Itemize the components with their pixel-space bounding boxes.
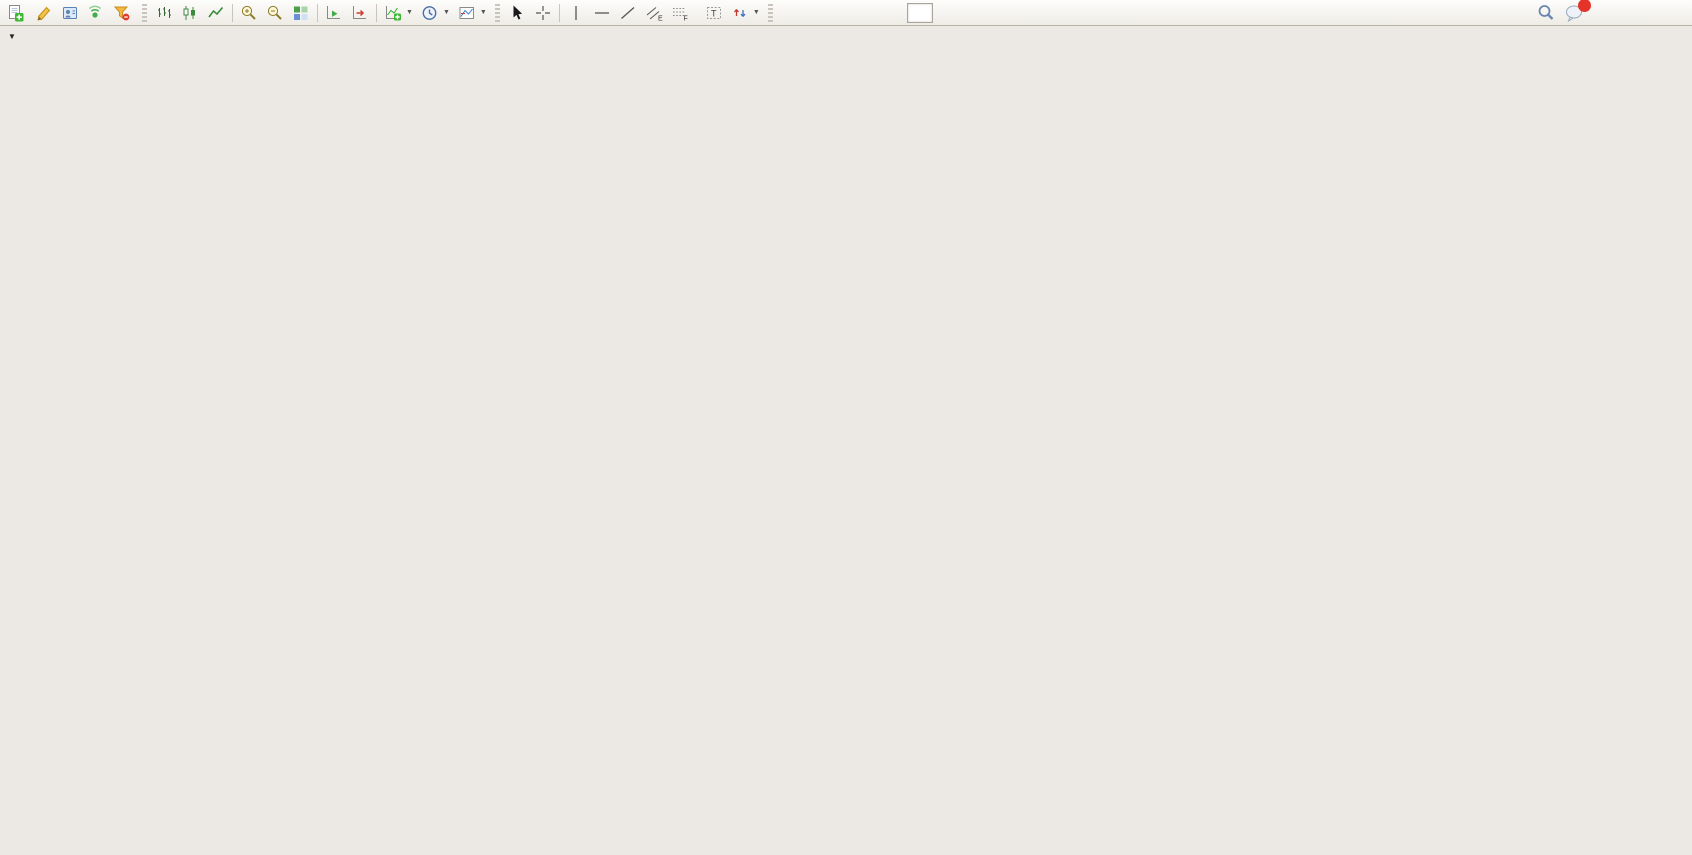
- signals-button[interactable]: [83, 2, 109, 24]
- chart-title: ▼: [8, 30, 27, 42]
- template-icon: [458, 4, 476, 22]
- dropdown-caret: ▼: [753, 9, 760, 16]
- equidistant-channel-icon: E: [645, 4, 663, 22]
- horizontal-line-icon: [593, 4, 611, 22]
- auto-scroll-icon: [325, 4, 343, 22]
- arrows-icon: [731, 4, 749, 22]
- chart-shift-icon: [351, 4, 369, 22]
- chart-area[interactable]: ▼: [0, 0, 1692, 855]
- fibonacci-icon: F: [671, 4, 689, 22]
- timeframe-d1[interactable]: [933, 3, 959, 23]
- clock-icon: [421, 4, 439, 22]
- toolbar-separator: [317, 4, 318, 22]
- fibonacci-tool-button[interactable]: F: [667, 2, 693, 24]
- zoom-out-icon: [266, 4, 284, 22]
- timeframe-m5[interactable]: [803, 3, 829, 23]
- vertical-line-tool-button[interactable]: [563, 2, 589, 24]
- zoom-out-button[interactable]: [262, 2, 288, 24]
- macd-indicator-label: [7, 608, 10, 620]
- cursor-icon: [508, 4, 526, 22]
- toolbar-separator: [232, 4, 233, 22]
- timeframe-group: [775, 0, 1013, 25]
- trendline-tool-button[interactable]: [615, 2, 641, 24]
- vertical-line-icon: [567, 4, 585, 22]
- new-order-icon: [6, 4, 24, 22]
- profile-icon: [61, 4, 79, 22]
- arrows-tool-button[interactable]: ▼: [727, 2, 764, 24]
- zoom-in-icon: [240, 4, 258, 22]
- timeframe-mn[interactable]: [985, 3, 1011, 23]
- templates-button[interactable]: ▼: [454, 2, 491, 24]
- horizontal-line-tool-button[interactable]: [589, 2, 615, 24]
- svg-text:F: F: [683, 15, 687, 22]
- svg-text:E: E: [658, 15, 663, 22]
- toolbar-grip: [495, 4, 500, 22]
- search-button[interactable]: [1532, 2, 1560, 24]
- line-chart-icon: [207, 4, 225, 22]
- auto-trading-button[interactable]: [109, 2, 138, 24]
- indicators-button[interactable]: ▼: [380, 2, 417, 24]
- bar-chart-button[interactable]: [151, 2, 177, 24]
- notification-badge: [1578, 0, 1591, 12]
- toolbar: ▼ ▼ ▼ E F T ▼: [0, 0, 1692, 26]
- chart-collapse-arrow[interactable]: ▼: [8, 32, 16, 41]
- signal-icon: [87, 4, 105, 22]
- candlestick-icon: [181, 4, 199, 22]
- tile-windows-icon: [292, 4, 310, 22]
- dropdown-caret: ▼: [480, 9, 487, 16]
- timeframe-h4[interactable]: [907, 3, 933, 23]
- timeframe-w1[interactable]: [959, 3, 985, 23]
- periods-button[interactable]: ▼: [417, 2, 454, 24]
- zoom-in-button[interactable]: [236, 2, 262, 24]
- text-label-icon: T: [705, 4, 723, 22]
- chart-canvas[interactable]: [0, 0, 1692, 855]
- dropdown-caret: ▼: [406, 9, 413, 16]
- text-tool-button[interactable]: [693, 2, 701, 24]
- cursor-tool-button[interactable]: [504, 2, 530, 24]
- timeframe-m15[interactable]: [829, 3, 855, 23]
- auto-trading-icon: [113, 4, 131, 22]
- tile-windows-button[interactable]: [288, 2, 314, 24]
- timeframe-h1[interactable]: [881, 3, 907, 23]
- chart-shift-button[interactable]: [347, 2, 373, 24]
- timeframe-m30[interactable]: [855, 3, 881, 23]
- timeframe-m1[interactable]: [777, 3, 803, 23]
- crosshair-tool-button[interactable]: [530, 2, 556, 24]
- notifications-button[interactable]: [1560, 2, 1588, 24]
- crayon-icon: [35, 4, 53, 22]
- toolbar-grip: [768, 4, 773, 22]
- svg-text:T: T: [711, 8, 717, 18]
- indicators-icon: [384, 4, 402, 22]
- candlestick-button[interactable]: [177, 2, 203, 24]
- terminal-window: ▼ ▼ ▼ E F T ▼: [0, 0, 1692, 855]
- new-order-button[interactable]: [2, 2, 31, 24]
- crosshair-icon: [534, 4, 552, 22]
- rsi-indicator-label: [7, 723, 10, 735]
- search-icon: [1536, 3, 1556, 23]
- toolbar-separator: [559, 4, 560, 22]
- toolbar-separator: [376, 4, 377, 22]
- channel-tool-button[interactable]: E: [641, 2, 667, 24]
- bar-chart-icon: [155, 4, 173, 22]
- toolbar-grip: [142, 4, 147, 22]
- text-label-tool-button[interactable]: T: [701, 2, 727, 24]
- line-chart-button[interactable]: [203, 2, 229, 24]
- styler-button[interactable]: [31, 2, 57, 24]
- auto-scroll-button[interactable]: [321, 2, 347, 24]
- profiles-button[interactable]: [57, 2, 83, 24]
- dropdown-caret: ▼: [443, 9, 450, 16]
- trendline-icon: [619, 4, 637, 22]
